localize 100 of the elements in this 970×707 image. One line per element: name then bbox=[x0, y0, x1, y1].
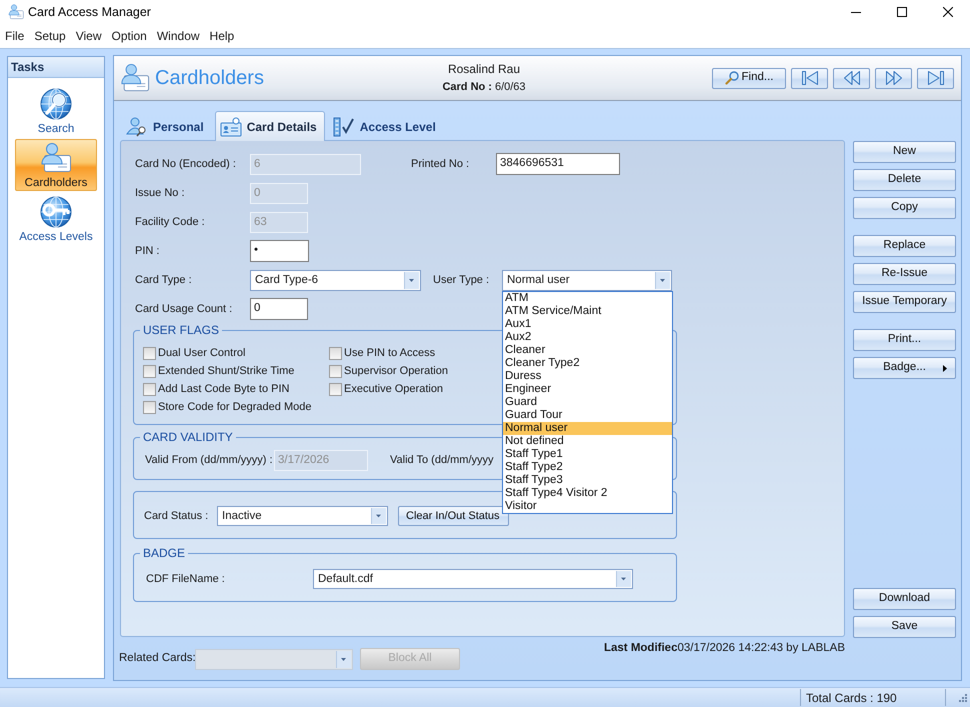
person-card-icon bbox=[120, 63, 150, 93]
app-card-icon bbox=[8, 4, 24, 20]
size-grip-icon[interactable] bbox=[959, 694, 967, 702]
menu-item[interactable]: Help bbox=[204, 27, 240, 45]
dropdown-option[interactable]: Guard bbox=[503, 396, 672, 408]
total-cards-text: Total Cards : 190 bbox=[805, 690, 898, 706]
maximize-icon[interactable] bbox=[897, 7, 907, 17]
checkbox[interactable] bbox=[329, 346, 342, 360]
skip-to-first-icon bbox=[800, 70, 818, 86]
user-type-combo[interactable]: Normal user bbox=[502, 270, 672, 290]
card-type-combo[interactable]: Card Type-6 bbox=[250, 270, 421, 290]
window-title: Card Access Manager bbox=[28, 4, 151, 21]
task-item[interactable]: Cardholders bbox=[15, 139, 97, 191]
card-status-label: Card Status : bbox=[144, 508, 210, 524]
person-magnifier-icon bbox=[126, 117, 148, 137]
previous-record-button[interactable] bbox=[833, 68, 870, 88]
cardholder-name: Rosalind Rau bbox=[446, 62, 522, 76]
valid-to-label: Valid To (dd/mm/yyyy bbox=[390, 453, 494, 468]
task-item[interactable]: Search bbox=[15, 85, 97, 137]
checkbox-label: Supervisor Operation bbox=[344, 364, 448, 379]
skip-to-last-icon bbox=[926, 70, 944, 86]
pin-field[interactable]: • bbox=[250, 240, 309, 262]
action-button[interactable]: Print... bbox=[853, 329, 956, 351]
action-button[interactable]: Re-Issue bbox=[853, 263, 956, 285]
facility-code-label: Facility Code : bbox=[135, 214, 206, 230]
id-card-icon bbox=[220, 116, 242, 136]
menu-item[interactable]: Setup bbox=[29, 27, 71, 45]
action-button[interactable]: Badge... bbox=[853, 357, 956, 379]
fast-forward-icon bbox=[884, 70, 902, 86]
checkbox[interactable] bbox=[329, 382, 342, 396]
tab[interactable]: Card Details bbox=[214, 111, 325, 141]
first-record-button[interactable] bbox=[791, 68, 828, 88]
valid-from-label: Valid From (dd/mm/yyyy) : bbox=[145, 453, 274, 468]
dropdown-option[interactable]: Engineer bbox=[503, 382, 672, 396]
action-button[interactable]: Replace bbox=[853, 235, 956, 257]
checkbox[interactable] bbox=[329, 364, 342, 378]
checkbox[interactable] bbox=[143, 382, 156, 396]
dropdown-option[interactable]: Guard Tour bbox=[503, 408, 672, 422]
card-number-label: Card No : bbox=[442, 80, 492, 94]
dropdown-option[interactable]: Normal user bbox=[503, 422, 672, 434]
dropdown-option[interactable]: Aux2 bbox=[503, 330, 672, 344]
rewind-icon bbox=[842, 70, 860, 86]
dropdown-option[interactable]: Staff Type2 bbox=[503, 460, 672, 474]
tasks-header: Tasks bbox=[8, 57, 104, 78]
close-icon[interactable] bbox=[943, 7, 953, 17]
task-item[interactable]: Access Levels bbox=[15, 193, 97, 245]
checkbox[interactable] bbox=[143, 364, 156, 378]
checkbox-label: Use PIN to Access bbox=[344, 346, 436, 361]
usage-count-field[interactable]: 0 bbox=[250, 298, 308, 320]
find-button[interactable]: Find... bbox=[712, 68, 786, 88]
checkbox-label: Store Code for Degraded Mode bbox=[158, 400, 312, 415]
last-modified-label: Last Modifiec bbox=[604, 641, 678, 656]
card-type-label: Card Type : bbox=[135, 272, 193, 288]
dropdown-option[interactable]: ATM bbox=[503, 292, 672, 304]
globe-search-icon bbox=[40, 88, 72, 120]
menu-item[interactable]: View bbox=[70, 27, 106, 45]
next-record-button[interactable] bbox=[875, 68, 912, 88]
search-icon bbox=[724, 71, 739, 85]
cdf-filename-label: CDF FileName : bbox=[146, 572, 226, 587]
action-button[interactable]: Download bbox=[853, 588, 956, 610]
last-record-button[interactable] bbox=[917, 68, 954, 88]
printed-number-field[interactable]: 3846696531 bbox=[496, 153, 620, 175]
dropdown-option[interactable]: Not defined bbox=[503, 434, 672, 448]
action-button[interactable]: Delete bbox=[853, 169, 956, 191]
menu-item[interactable]: Option bbox=[106, 27, 152, 45]
group-title: CARD VALIDITY bbox=[142, 431, 234, 443]
checkbox[interactable] bbox=[143, 400, 156, 414]
tab[interactable]: Personal bbox=[121, 113, 212, 140]
last-modified-value: 03/17/2026 14:22:43 by LABLAB bbox=[677, 641, 845, 656]
checklist-icon bbox=[332, 117, 355, 137]
dropdown-option[interactable]: ATM Service/Maint bbox=[503, 304, 672, 318]
action-button[interactable]: Save bbox=[853, 616, 956, 638]
card-status-combo[interactable]: Inactive bbox=[217, 506, 388, 526]
group-title: USER FLAGS bbox=[142, 324, 220, 336]
dropdown-option[interactable]: Cleaner Type2 bbox=[503, 356, 672, 370]
dropdown-option[interactable]: Cleaner bbox=[503, 344, 672, 356]
dropdown-option[interactable]: Duress bbox=[503, 370, 672, 382]
printed-number-label: Printed No : bbox=[411, 156, 470, 172]
group-title: BADGE bbox=[142, 547, 186, 559]
tab[interactable]: Access Level bbox=[328, 113, 444, 140]
action-button[interactable]: Copy bbox=[853, 197, 956, 219]
usage-count-label: Card Usage Count : bbox=[135, 302, 234, 317]
dropdown-option[interactable]: Staff Type1 bbox=[503, 448, 672, 460]
dropdown-option[interactable]: Aux1 bbox=[503, 318, 672, 330]
related-cards-label: Related Cards: bbox=[119, 651, 195, 666]
checkbox[interactable] bbox=[143, 346, 156, 360]
dropdown-option[interactable]: Staff Type3 bbox=[503, 474, 672, 486]
action-button[interactable]: Issue Temporary bbox=[853, 291, 956, 313]
card-number-value: 6/0/63 bbox=[494, 80, 526, 94]
checkbox-label: Executive Operation bbox=[344, 382, 444, 397]
checkbox-label: Add Last Code Byte to PIN bbox=[158, 382, 290, 397]
action-button[interactable]: New bbox=[853, 141, 956, 163]
person-card-icon bbox=[40, 142, 72, 174]
issue-number-label: Issue No : bbox=[135, 186, 186, 201]
card-number-label: Card No (Encoded) : bbox=[135, 156, 237, 172]
cdf-file-combo[interactable]: Default.cdf bbox=[313, 569, 633, 589]
checkbox-label: Dual User Control bbox=[158, 346, 246, 361]
menu-item[interactable]: File bbox=[0, 27, 30, 45]
menu-item[interactable]: Window bbox=[152, 27, 205, 45]
dropdown-option[interactable]: Staff Type4 Visitor 2 bbox=[503, 486, 672, 500]
